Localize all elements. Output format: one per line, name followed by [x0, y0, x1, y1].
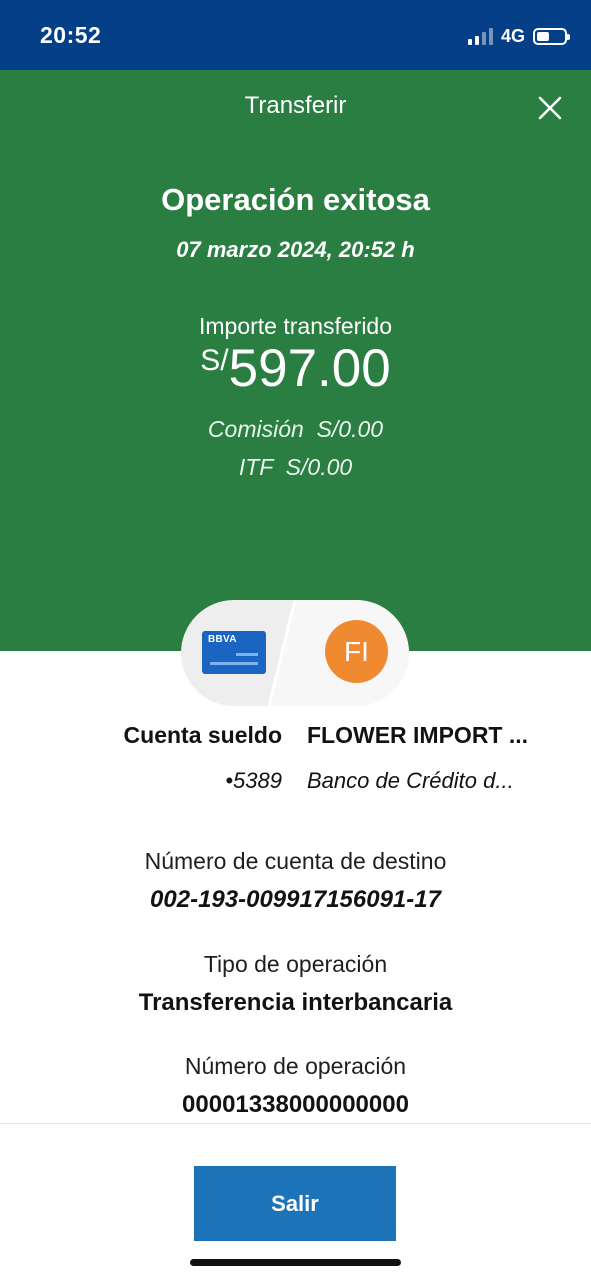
- battery-icon: [533, 27, 570, 45]
- operation-type-label: Tipo de operación: [203, 951, 388, 977]
- success-headline: Operación exitosa: [161, 182, 430, 217]
- bank-logo-text: BBVA: [208, 634, 237, 645]
- success-header: Transferir Operación exitosa 07 marzo 20…: [0, 70, 591, 651]
- page-title: Transferir: [244, 92, 347, 119]
- operation-type-value: Transferencia interbancaria: [138, 989, 453, 1016]
- transfer-accounts-pill: BBVA FI: [181, 600, 409, 706]
- operation-number-value: 00001338000000000: [182, 1091, 409, 1118]
- itf-line: ITF S/0.00: [238, 454, 353, 480]
- close-icon: [538, 96, 562, 120]
- commission-line: Comisión S/0.00: [207, 416, 384, 442]
- origin-account-number: •5389: [225, 768, 282, 793]
- transferred-amount: S/597.00: [0, 342, 591, 395]
- dest-account-value: 002-193-009917156091-17: [150, 886, 441, 913]
- network-type: 4G: [500, 25, 525, 46]
- status-indicators: 4G: [467, 24, 570, 48]
- signal-icon: [467, 27, 493, 45]
- status-bar: 20:52 4G: [0, 0, 591, 70]
- amount-value: 597.00: [228, 339, 391, 398]
- exit-button[interactable]: Salir: [194, 1166, 396, 1241]
- home-indicator: [190, 1259, 401, 1266]
- recipient-avatar: FI: [325, 620, 388, 683]
- dest-account-label: Número de cuenta de destino: [144, 848, 447, 874]
- bank-card-icon: BBVA: [202, 631, 266, 674]
- recipient-name: FLOWER IMPORT ...: [307, 722, 529, 748]
- amount-label: Importe transferido: [198, 313, 393, 339]
- status-time: 20:52: [40, 22, 102, 48]
- operation-number-label: Número de operación: [184, 1053, 407, 1079]
- recipient-bank: Banco de Crédito d...: [307, 768, 514, 793]
- amount-currency: S/: [200, 344, 229, 377]
- origin-account-name: Cuenta sueldo: [123, 722, 282, 748]
- close-button[interactable]: [534, 92, 566, 124]
- operation-datetime: 07 marzo 2024, 20:52 h: [176, 237, 415, 262]
